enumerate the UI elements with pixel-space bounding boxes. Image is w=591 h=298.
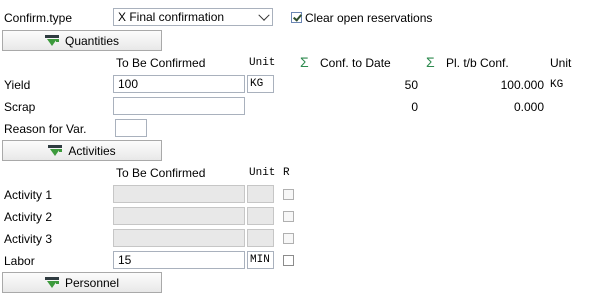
sigma-total-icon: Σ [426,54,435,70]
activities-button-label: Activities [68,143,116,158]
labor-unit-input[interactable]: MIN [247,251,274,269]
activities-section-button[interactable]: Activities [2,140,162,161]
expand-section-icon [48,144,63,157]
personnel-button-label: Personnel [64,275,120,290]
col-unit: Unit [249,57,276,69]
yield-unit-2: KG [550,79,564,91]
yield-unit-input[interactable]: KG [247,75,274,93]
col-plan-tb-conf: Pl. t/b Conf. [446,56,509,70]
scrap-conf-to-date: 0 [411,100,418,114]
quantities-section-button[interactable]: Quantities [2,30,162,51]
clear-reservations-checkbox[interactable] [291,12,302,23]
scrap-label: Scrap [4,100,36,114]
activity-2-input [113,207,245,225]
activity-3-r-checkbox [283,233,294,244]
activity-2-label: Activity 2 [4,210,53,224]
chevron-down-icon[interactable] [258,9,270,21]
personnel-section-button[interactable]: Personnel [2,272,162,293]
yield-label: Yield [4,78,31,92]
expand-section-icon [44,34,59,47]
activity-2-r-checkbox [283,211,294,222]
clear-reservations-label: Clear open reservations [305,11,433,25]
activity-1-input [113,185,245,203]
col-to-be-confirmed: To Be Confirmed [116,56,206,70]
yield-conf-to-date: 50 [404,78,418,92]
reason-for-var-input[interactable] [115,119,147,137]
labor-r-checkbox[interactable] [283,255,294,266]
yield-plan-tb-conf: 100.000 [500,78,544,92]
confirm-type-value: X Final confirmation [118,10,225,24]
activity-3-unit [247,229,274,247]
scrap-plan-tb-conf: 0.000 [513,100,544,114]
quantities-button-label: Quantities [64,33,120,48]
confirm-type-select[interactable]: X Final confirmation [113,8,273,26]
activity-1-unit [247,185,274,203]
activity-3-label: Activity 3 [4,232,53,246]
scrap-to-be-confirmed-input[interactable] [113,97,245,115]
yield-to-be-confirmed-input[interactable]: 100 [113,75,245,93]
sigma-total-icon: Σ [300,54,309,70]
activity-1-label: Activity 1 [4,188,53,202]
confirm-type-label: Confirm.type [4,11,73,25]
reason-for-var-label: Reason for Var. [4,122,87,136]
col-conf-to-date: Conf. to Date [320,56,391,70]
activities-col-r: R [283,167,290,179]
activities-col-to-be-confirmed: To Be Confirmed [116,166,206,180]
activity-1-r-checkbox [283,189,294,200]
labor-input[interactable]: 15 [113,251,245,269]
activity-2-unit [247,207,274,225]
labor-label: Labor [4,254,35,268]
col-unit-2: Unit [550,56,572,70]
activities-col-unit: Unit [249,167,276,179]
expand-section-icon [44,276,59,289]
activity-3-input [113,229,245,247]
